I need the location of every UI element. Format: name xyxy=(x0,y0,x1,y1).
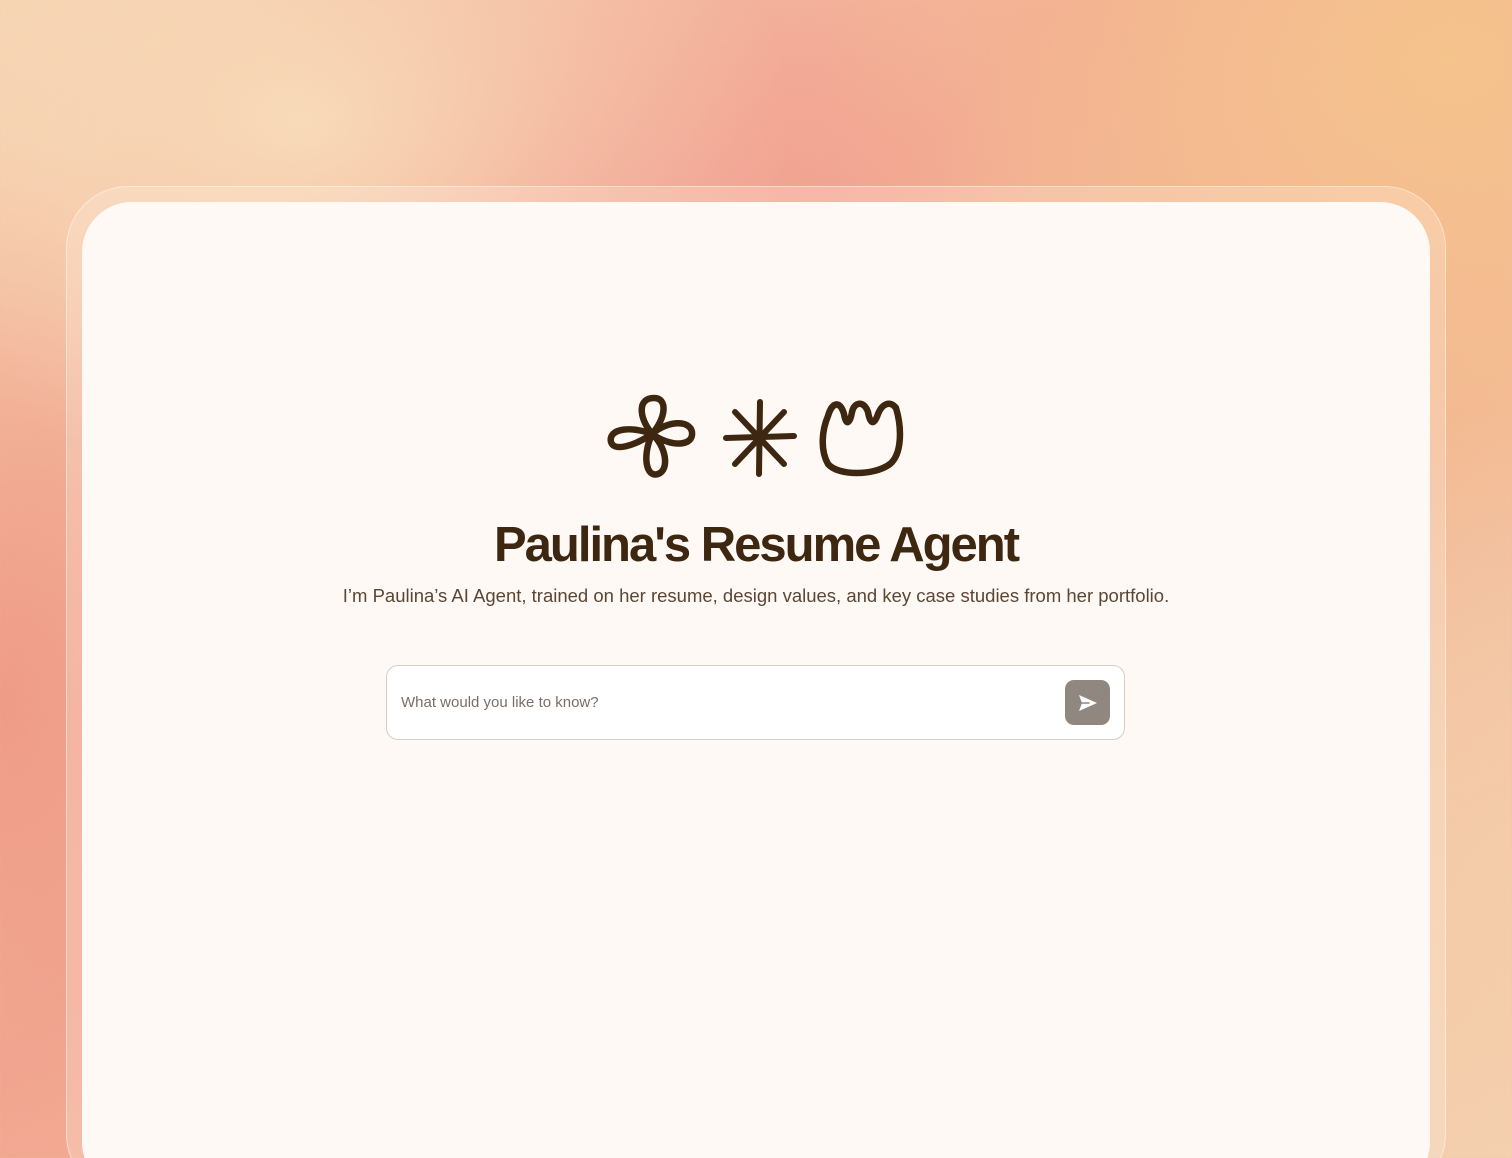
flower-doodle-icon xyxy=(607,394,696,478)
tulip-doodle-icon xyxy=(819,400,904,477)
chat-input-box xyxy=(386,665,1125,740)
send-button[interactable] xyxy=(1065,680,1110,725)
page-subtitle: I’m Paulina’s AI Agent, trained on her r… xyxy=(342,585,1170,606)
chat-input[interactable] xyxy=(401,666,1051,739)
page-title: Paulina's Resume Agent xyxy=(493,518,1020,572)
send-arrow-icon xyxy=(1078,694,1097,711)
asterisk-doodle-icon xyxy=(723,399,797,477)
logo-doodles xyxy=(600,390,910,486)
